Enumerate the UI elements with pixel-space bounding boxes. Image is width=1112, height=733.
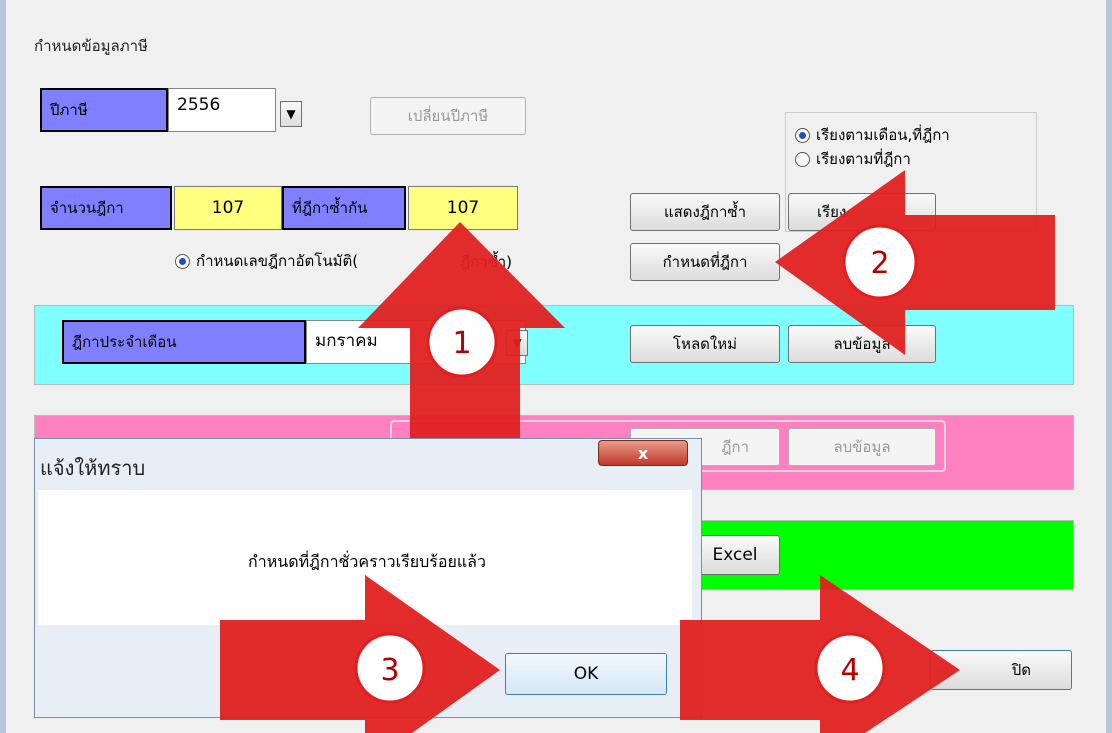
callout-number-3: 3	[380, 653, 399, 688]
callout-number-1: 1	[452, 326, 471, 361]
callout-number-2: 2	[870, 246, 889, 281]
annotation-overlay: 1 2 3 4	[220, 170, 1055, 733]
callout-number-4: 4	[840, 653, 859, 688]
